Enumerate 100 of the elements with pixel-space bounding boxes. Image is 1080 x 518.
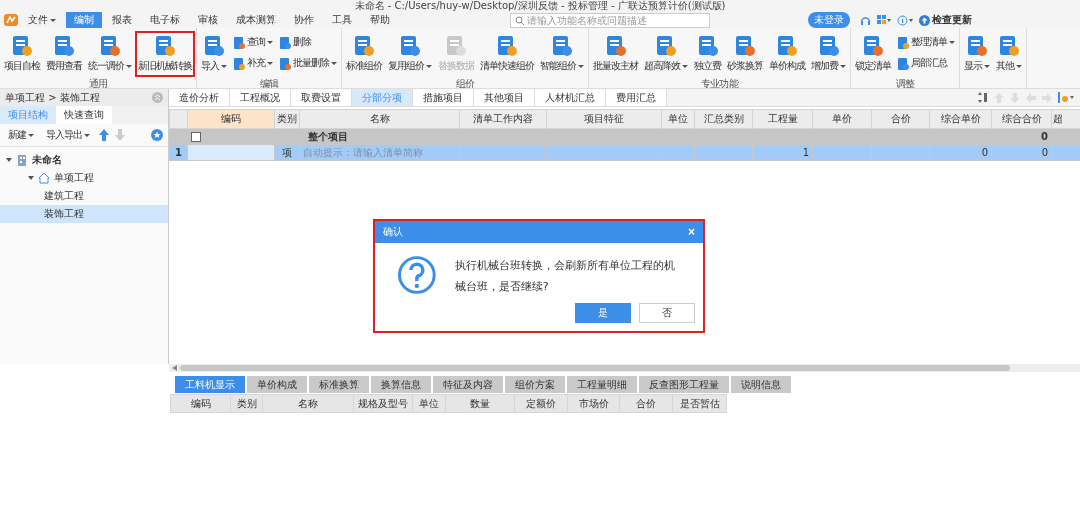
column-header[interactable]: 合价: [871, 109, 930, 129]
group-label: 调整: [895, 78, 915, 88]
tree-item[interactable]: 单项工程: [0, 169, 168, 187]
tab[interactable]: 造价分析: [169, 89, 230, 106]
column-header[interactable]: 名称: [262, 394, 354, 413]
tab[interactable]: 组价方案: [505, 376, 565, 393]
group-label: 编辑: [259, 78, 279, 88]
ribbon-button[interactable]: 显示: [961, 31, 993, 77]
column-header[interactable]: 项目特征: [546, 109, 662, 129]
column-header[interactable]: 合价: [619, 394, 673, 413]
column-header[interactable]: 单位: [661, 109, 695, 129]
tab[interactable]: 措施项目: [413, 89, 474, 106]
tree-item[interactable]: 装饰工程: [0, 205, 168, 223]
toolbar-button[interactable]: 导入导出: [43, 126, 93, 144]
column-header[interactable]: 综合单价: [929, 109, 992, 129]
document-icon: [966, 35, 988, 57]
ribbon-button[interactable]: 费用查看: [43, 31, 85, 77]
ribbon-button[interactable]: 批量删除: [276, 55, 340, 72]
tab[interactable]: 标准换算: [309, 376, 369, 393]
ribbon-button[interactable]: 增加费: [808, 31, 849, 77]
grid-icon: [877, 15, 891, 25]
expand-arrow-icon[interactable]: [28, 176, 34, 180]
ribbon-button[interactable]: 超高降效: [641, 31, 691, 77]
dialog-button[interactable]: 否: [639, 303, 695, 323]
column-header[interactable]: 工程量: [752, 109, 813, 129]
tab[interactable]: 说明信息: [731, 376, 791, 393]
tab[interactable]: 取费设置: [291, 89, 352, 106]
column-header[interactable]: 编码: [170, 394, 231, 413]
menu-item[interactable]: 审核: [190, 12, 226, 28]
column-header[interactable]: 类别: [274, 109, 300, 129]
search-field[interactable]: 请输入功能名称或问题描述: [510, 12, 710, 28]
tab[interactable]: 反查图形工程量: [639, 376, 729, 393]
ribbon-button[interactable]: 复用组价: [385, 31, 435, 77]
menu-item[interactable]: 电子标: [142, 12, 188, 28]
tab[interactable]: 单价构成: [247, 376, 307, 393]
group-label: 通用: [88, 78, 108, 88]
tab[interactable]: 工程量明细: [567, 376, 637, 393]
menu-item[interactable]: 文件: [20, 12, 64, 28]
ribbon-button[interactable]: 砂浆换算: [724, 31, 766, 77]
menu-item[interactable]: 协作: [286, 12, 322, 28]
column-header[interactable]: 市场价: [567, 394, 620, 413]
tab[interactable]: 人材机汇总: [535, 89, 606, 106]
ribbon-button[interactable]: 补充: [230, 55, 276, 72]
column-header[interactable]: 定额价: [514, 394, 568, 413]
scrollbar-thumb[interactable]: [180, 365, 1010, 371]
column-header[interactable]: 超: [1051, 109, 1080, 129]
document-icon: [399, 35, 421, 57]
tree-item[interactable]: 未命名: [0, 151, 168, 169]
caret-icon: [267, 62, 273, 65]
ribbon-button[interactable]: 其他: [993, 31, 1025, 77]
collapse-box-icon[interactable]: [191, 132, 201, 142]
column-header[interactable]: 类别: [230, 394, 263, 413]
toolbar-button[interactable]: 新建: [5, 126, 37, 144]
caret-icon: [267, 41, 273, 44]
column-header[interactable]: 清单工作内容: [459, 109, 547, 129]
ribbon-button[interactable]: 项目自检: [1, 31, 43, 77]
column-header[interactable]: 规格及型号: [353, 394, 413, 413]
column-header[interactable]: 是否暂估: [672, 394, 727, 413]
ribbon-button[interactable]: 智能组价: [537, 31, 587, 77]
column-header[interactable]: 名称: [299, 109, 460, 129]
menu-item[interactable]: 工具: [324, 12, 360, 28]
update-button[interactable]: 检查更新: [919, 13, 972, 27]
ribbon-button[interactable]: 局部汇总: [894, 55, 958, 72]
tree-item[interactable]: 建筑工程: [0, 187, 168, 205]
menu-item[interactable]: 报表: [104, 12, 140, 28]
expand-arrow-icon[interactable]: [6, 158, 12, 162]
column-header[interactable]: 汇总类别: [694, 109, 753, 129]
ribbon-button[interactable]: 删除: [276, 34, 340, 51]
column-header[interactable]: 编码: [187, 109, 275, 129]
column-header[interactable]: 单位: [412, 394, 446, 413]
menu-item[interactable]: 成本测算: [228, 12, 284, 28]
ribbon-button[interactable]: 清单快速组价: [477, 31, 537, 77]
ribbon-button[interactable]: 查询: [230, 34, 276, 51]
ribbon-button[interactable]: 新旧机械转换: [135, 31, 195, 77]
document-icon: [776, 35, 798, 57]
column-header[interactable]: 单价: [812, 109, 872, 129]
document-icon: [445, 35, 467, 57]
column-header[interactable]: 综合合价: [991, 109, 1052, 129]
sidebar-tab[interactable]: 快速查询: [56, 106, 112, 124]
tab[interactable]: 费用汇总: [606, 89, 667, 106]
caret-icon: [984, 65, 990, 68]
document-icon: [11, 35, 33, 57]
ribbon-button[interactable]: 独立费: [691, 31, 724, 77]
column-header[interactable]: 数量: [445, 394, 515, 413]
tab[interactable]: 其他项目: [474, 89, 535, 106]
ribbon-button[interactable]: 单价构成: [766, 31, 808, 77]
dialog-message: 执行机械台班转换，会刷新所有单位工程的机械台班，是否继续?: [454, 258, 676, 295]
document-icon: [154, 35, 176, 57]
menu-item[interactable]: 帮助: [362, 12, 398, 28]
ribbon-button[interactable]: 整理清单: [894, 34, 958, 51]
ribbon-button[interactable]: 统一调价: [85, 31, 135, 77]
window-title: 未命名 - C:/Users/huy-w/Desktop/深圳反馈 - 投标管理 - 广联达预算计价(测试版): [354, 0, 726, 12]
ribbon-button[interactable]: 标准组价: [343, 31, 385, 77]
ribbon-button[interactable]: 批量改主材: [590, 31, 641, 77]
ribbon-button[interactable]: 导入: [198, 31, 230, 77]
tab[interactable]: 换算信息: [371, 376, 431, 393]
tab[interactable]: 工程概况: [230, 89, 291, 106]
ribbon-button[interactable]: 锁定清单: [852, 31, 894, 77]
tab[interactable]: 特征及内容: [433, 376, 503, 393]
document-icon: [696, 35, 719, 57]
